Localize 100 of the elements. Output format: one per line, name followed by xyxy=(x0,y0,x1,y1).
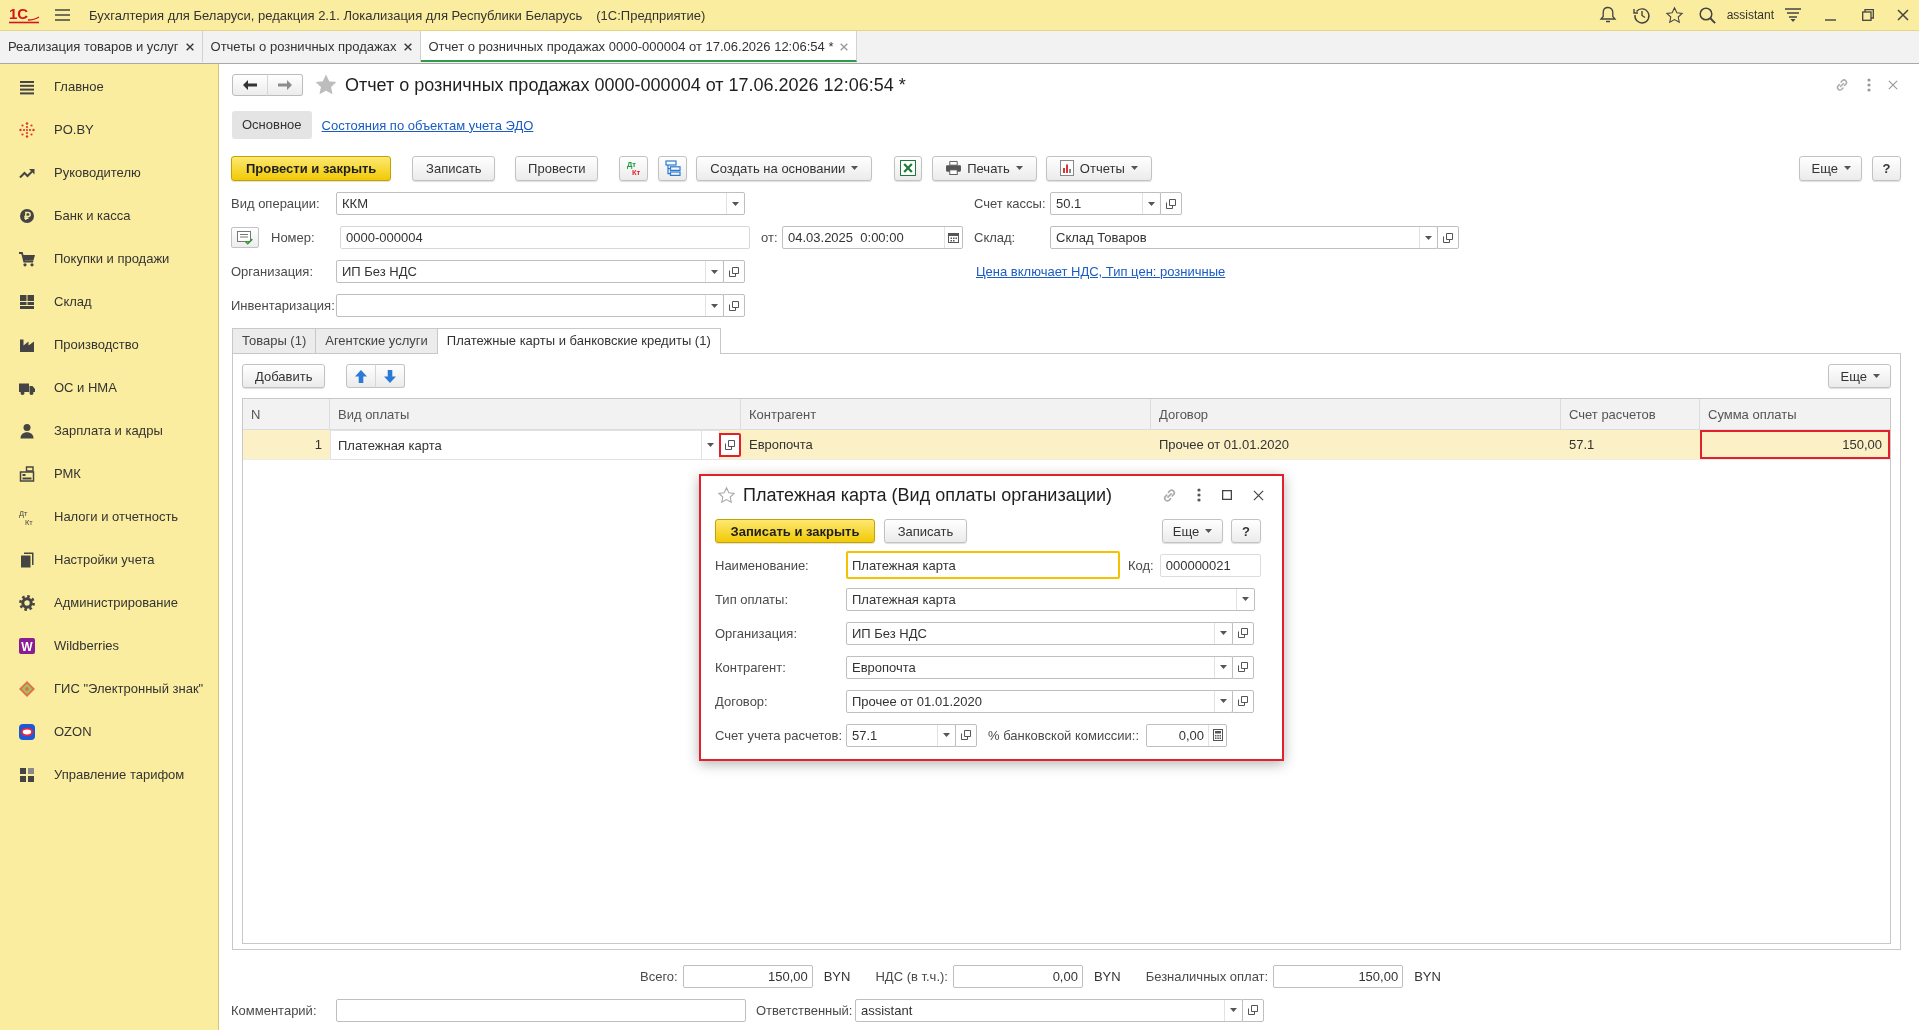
total-field[interactable]: 0,00 xyxy=(952,964,1083,988)
name-field[interactable]: Платежная карта xyxy=(846,551,1120,579)
bell-icon[interactable] xyxy=(1599,6,1616,24)
maximize-icon[interactable] xyxy=(1222,490,1232,500)
calendar-button[interactable] xyxy=(944,227,962,248)
document-status-button[interactable] xyxy=(231,227,259,248)
open-button[interactable] xyxy=(1242,998,1264,1022)
sidebar-item[interactable]: Руководителю xyxy=(0,151,218,194)
tab[interactable]: Агентские услуги xyxy=(315,328,438,353)
reports-button[interactable]: Отчеты xyxy=(1045,155,1152,181)
open-button[interactable] xyxy=(955,723,977,747)
sidebar-item[interactable]: Управление тарифом xyxy=(0,753,218,796)
warehouse-field[interactable]: Склад Товаров xyxy=(1050,226,1438,249)
close-icon[interactable] xyxy=(1897,9,1909,21)
calculator-button[interactable] xyxy=(1208,724,1226,746)
more-button[interactable]: Еще xyxy=(1162,519,1223,543)
open-button[interactable] xyxy=(1232,621,1254,645)
sidebar-item[interactable]: PO.BY xyxy=(0,108,218,151)
move-up-button[interactable] xyxy=(346,364,377,388)
history-icon[interactable] xyxy=(1632,6,1651,24)
sidebar-item[interactable]: OZON xyxy=(0,710,218,753)
price-link[interactable]: Цена включает НДС, Тип цен: розничные xyxy=(976,264,1226,279)
inventory-field[interactable] xyxy=(336,294,724,317)
document-tab[interactable]: Реализация товаров и услуг xyxy=(0,31,203,62)
document-tab[interactable]: Отчеты о розничных продажах xyxy=(202,31,421,62)
sidebar-item[interactable]: ГИС "Электронный знак" xyxy=(0,667,218,710)
menu-icon[interactable] xyxy=(55,9,70,21)
back-button[interactable] xyxy=(232,74,268,96)
sidebar-item[interactable]: Зарплата и кадры xyxy=(0,409,218,452)
organization-field[interactable]: ИП Без НДС xyxy=(846,621,1233,645)
column-header[interactable]: N xyxy=(243,399,330,429)
number-field[interactable]: 0000-000004 xyxy=(340,226,750,249)
bank-commission-field[interactable]: 0,00 xyxy=(1146,723,1227,747)
help-button[interactable]: ? xyxy=(1231,519,1261,543)
app-logo[interactable]: 1С xyxy=(8,5,40,25)
open-button[interactable] xyxy=(1437,226,1459,249)
user-name[interactable]: assistant xyxy=(1726,8,1774,22)
date-field[interactable]: 04.03.2025 0:00:00 xyxy=(782,226,963,249)
more-button[interactable]: Еще xyxy=(1798,155,1862,181)
spreadsheet-button[interactable] xyxy=(894,155,923,181)
print-button[interactable]: Печать xyxy=(932,155,1037,181)
lines-menu-icon[interactable] xyxy=(1785,8,1801,22)
section-button[interactable]: Основное xyxy=(232,111,312,139)
document-tab[interactable]: Отчет о розничных продажах 0000-000004 от 17.06.2026 12:06:54 * xyxy=(420,31,858,62)
payment-type-field[interactable]: Платежная карта xyxy=(846,587,1255,611)
create-based-on-button[interactable]: Создать на основании xyxy=(696,155,873,181)
cell-input-field[interactable]: Платежная карта xyxy=(330,430,720,460)
star-icon[interactable] xyxy=(1665,6,1683,24)
sidebar-item[interactable]: Настройки учета xyxy=(0,538,218,581)
column-header[interactable]: Сумма оплаты xyxy=(1700,399,1890,429)
kebab-icon[interactable] xyxy=(1197,488,1201,502)
column-header[interactable]: Договор xyxy=(1151,399,1561,429)
cash-account-field[interactable]: 50.1 xyxy=(1050,192,1161,215)
column-header[interactable]: Вид оплаты xyxy=(330,399,741,429)
total-field[interactable]: 150,00 xyxy=(682,964,813,988)
code-field[interactable]: 000000021 xyxy=(1159,553,1261,577)
operation-type-field[interactable]: ККМ xyxy=(336,192,745,215)
tab[interactable]: Платежные карты и банковские кредиты (1) xyxy=(436,328,721,354)
sidebar-item[interactable]: Администрирование xyxy=(0,581,218,624)
sidebar-item[interactable]: Производство xyxy=(0,323,218,366)
column-header[interactable]: Контрагент xyxy=(741,399,1151,429)
save-button[interactable]: Записать xyxy=(412,155,496,181)
help-button[interactable]: ? xyxy=(1872,155,1901,181)
total-field[interactable]: 150,00 xyxy=(1273,964,1404,988)
add-button[interactable]: Добавить xyxy=(242,364,326,388)
open-button[interactable] xyxy=(1160,192,1182,215)
close-icon[interactable] xyxy=(1253,489,1264,501)
open-button[interactable] xyxy=(719,433,741,457)
open-button[interactable] xyxy=(1232,655,1254,679)
post-button[interactable]: Провести xyxy=(515,155,599,181)
tab[interactable]: Товары (1) xyxy=(232,328,317,353)
table-row[interactable]: 1 Платежная карта Европочта Прочее от 01.01.2020 57.1 150,00 xyxy=(243,430,1890,460)
organization-field[interactable]: ИП Без НДС xyxy=(336,260,724,283)
contract-field[interactable]: Прочее от 01.01.2020 xyxy=(846,689,1233,713)
sidebar-item[interactable]: Покупки и продажи xyxy=(0,237,218,280)
counterparty-field[interactable]: Европочта xyxy=(846,655,1233,679)
responsible-field[interactable]: assistant xyxy=(855,998,1243,1022)
sidebar-item[interactable]: ОС и НМА xyxy=(0,366,218,409)
open-button[interactable] xyxy=(723,294,745,317)
search-icon[interactable] xyxy=(1698,6,1716,24)
save-button[interactable]: Записать xyxy=(884,519,967,543)
close-icon[interactable] xyxy=(403,42,412,51)
open-button[interactable] xyxy=(1232,689,1254,713)
sidebar-item[interactable]: Главное xyxy=(0,65,218,108)
sidebar-item[interactable]: W Wildberries xyxy=(0,624,218,667)
star-icon[interactable] xyxy=(718,486,735,504)
save-and-close-button[interactable]: Записать и закрыть xyxy=(715,519,875,543)
sidebar-item[interactable]: Склад xyxy=(0,280,218,323)
structure-button[interactable] xyxy=(658,155,688,181)
star-icon[interactable] xyxy=(316,75,336,95)
settlement-account-field[interactable]: 57.1 xyxy=(846,723,956,747)
restore-icon[interactable] xyxy=(1862,9,1874,21)
sidebar-item[interactable]: РМК xyxy=(0,452,218,495)
section-link[interactable]: Состояния по объектам учета ЭДО xyxy=(321,117,534,133)
sidebar-item[interactable]: Банк и касса xyxy=(0,194,218,237)
close-icon[interactable] xyxy=(185,42,194,51)
comment-field[interactable] xyxy=(336,998,746,1022)
column-header[interactable]: Счет расчетов xyxy=(1561,399,1700,429)
move-down-button[interactable] xyxy=(375,364,406,388)
post-and-close-button[interactable]: Провести и закрыть xyxy=(231,155,392,181)
